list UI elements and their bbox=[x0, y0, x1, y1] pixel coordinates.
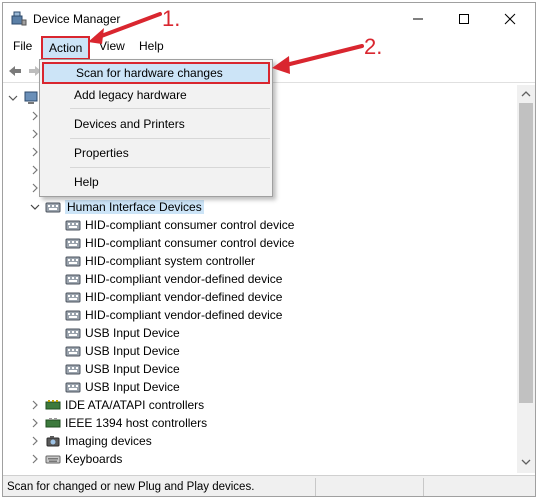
menu-separator bbox=[70, 108, 270, 109]
hid-device-icon bbox=[65, 382, 81, 393]
tree-root[interactable] bbox=[7, 89, 43, 107]
hid-device-icon bbox=[65, 238, 81, 249]
scroll-up-icon[interactable] bbox=[521, 89, 531, 99]
close-icon bbox=[504, 13, 516, 25]
tree-label-keyboards: Keyboards bbox=[65, 452, 123, 466]
tree-device-label: USB Input Device bbox=[85, 362, 180, 376]
chevron-right-icon[interactable] bbox=[29, 399, 41, 411]
hid-device-icon bbox=[45, 202, 61, 213]
vertical-scrollbar[interactable] bbox=[517, 85, 535, 473]
chevron-right-icon[interactable] bbox=[29, 435, 41, 447]
status-bar: Scan for changed or new Plug and Play de… bbox=[3, 475, 535, 496]
tree-device-label: HID-compliant vendor-defined device bbox=[85, 290, 283, 304]
tree-device-item[interactable]: HID-compliant vendor-defined device bbox=[65, 270, 282, 288]
tree-device-item[interactable]: HID-compliant consumer control device bbox=[65, 234, 294, 252]
hid-device-icon bbox=[65, 220, 81, 231]
status-text: Scan for changed or new Plug and Play de… bbox=[7, 481, 255, 493]
menu-help[interactable]: Help bbox=[135, 38, 168, 54]
menu-bar: File Action View Help bbox=[3, 35, 535, 60]
hid-device-icon bbox=[65, 292, 81, 303]
maximize-icon bbox=[459, 14, 469, 24]
ide-controller-icon bbox=[45, 400, 61, 410]
minimize-icon bbox=[413, 18, 423, 20]
tree-label-ide: IDE ATA/ATAPI controllers bbox=[65, 398, 205, 412]
menu-file[interactable]: File bbox=[9, 38, 36, 54]
tree-label-ieee: IEEE 1394 host controllers bbox=[65, 416, 208, 430]
tree-device-label: HID-compliant system controller bbox=[85, 254, 256, 268]
tree-device-item[interactable]: USB Input Device bbox=[65, 360, 180, 378]
chevron-right-icon[interactable] bbox=[29, 417, 41, 429]
tree-label-hid: Human Interface Devices bbox=[65, 200, 204, 214]
menu-item-label: Scan for hardware changes bbox=[76, 66, 223, 80]
hid-device-icon bbox=[65, 274, 81, 285]
tree-device-item[interactable]: HID-compliant consumer control device bbox=[65, 216, 294, 234]
tree-category-hid[interactable]: Human Interface Devices bbox=[29, 198, 204, 216]
camera-icon bbox=[46, 436, 60, 447]
tree-label-imaging: Imaging devices bbox=[65, 434, 152, 448]
tree-device-item[interactable]: HID-compliant vendor-defined device bbox=[65, 288, 282, 306]
status-divider bbox=[423, 478, 424, 496]
annotation-step-2: 2. bbox=[364, 34, 383, 59]
menu-separator bbox=[70, 167, 270, 168]
tree-device-item[interactable]: HID-compliant system controller bbox=[65, 252, 255, 270]
menu-item-add-legacy[interactable]: Add legacy hardware bbox=[40, 84, 272, 106]
scrollbar-thumb[interactable] bbox=[519, 103, 533, 403]
chevron-down-icon[interactable] bbox=[7, 92, 19, 104]
computer-icon bbox=[24, 91, 38, 104]
tree-device-label: USB Input Device bbox=[85, 380, 180, 394]
hid-device-icon bbox=[65, 310, 81, 321]
menu-item-label: Help bbox=[74, 175, 99, 189]
menu-item-scan-hardware[interactable]: Scan for hardware changes bbox=[42, 62, 270, 84]
menu-separator bbox=[70, 138, 270, 139]
close-button[interactable] bbox=[487, 3, 533, 35]
menu-item-help[interactable]: Help bbox=[40, 171, 272, 193]
tree-device-label: HID-compliant consumer control device bbox=[85, 236, 295, 250]
maximize-button[interactable] bbox=[441, 3, 487, 35]
window-title: Device Manager bbox=[33, 12, 121, 26]
chevron-down-icon[interactable] bbox=[29, 201, 41, 213]
hid-device-icon bbox=[65, 346, 81, 357]
hid-device-icon bbox=[65, 364, 81, 375]
tree-device-label: USB Input Device bbox=[85, 344, 180, 358]
scroll-down-icon[interactable] bbox=[521, 457, 531, 467]
tree-device-label: HID-compliant consumer control device bbox=[85, 218, 295, 232]
chevron-right-icon[interactable] bbox=[29, 453, 41, 465]
menu-item-label: Add legacy hardware bbox=[74, 88, 187, 102]
menu-item-label: Properties bbox=[74, 146, 129, 160]
minimize-button[interactable] bbox=[395, 3, 441, 35]
title-bar: Device Manager bbox=[3, 3, 535, 35]
tree-device-item[interactable]: USB Input Device bbox=[65, 324, 180, 342]
menu-item-label: Devices and Printers bbox=[74, 117, 185, 131]
tree-category-ieee[interactable]: IEEE 1394 host controllers bbox=[29, 414, 207, 432]
back-arrow-icon[interactable] bbox=[7, 63, 23, 79]
menu-item-devices-printers[interactable]: Devices and Printers bbox=[40, 113, 272, 135]
device-manager-icon bbox=[11, 11, 27, 26]
action-dropdown-menu: Scan for hardware changes Add legacy har… bbox=[39, 59, 273, 197]
status-divider bbox=[315, 478, 316, 496]
menu-view[interactable]: View bbox=[95, 38, 129, 54]
hid-device-icon bbox=[65, 328, 81, 339]
ieee1394-icon bbox=[45, 418, 61, 428]
tree-device-label: HID-compliant vendor-defined device bbox=[85, 272, 283, 286]
menu-item-properties[interactable]: Properties bbox=[40, 142, 272, 164]
tree-category-ide[interactable]: IDE ATA/ATAPI controllers bbox=[29, 396, 204, 414]
tree-device-item[interactable]: USB Input Device bbox=[65, 378, 180, 396]
tree-category-keyboards[interactable]: Keyboards bbox=[29, 450, 122, 468]
hid-device-icon bbox=[65, 256, 81, 267]
tree-device-label: USB Input Device bbox=[85, 326, 180, 340]
tree-device-label: HID-compliant vendor-defined device bbox=[85, 308, 283, 322]
tree-category-imaging[interactable]: Imaging devices bbox=[29, 432, 152, 450]
annotation-step-1: 1. bbox=[162, 6, 181, 31]
keyboard-icon bbox=[45, 455, 61, 464]
device-manager-window: Device Manager File Action View Help Hum… bbox=[2, 2, 536, 497]
menu-action[interactable]: Action bbox=[41, 36, 91, 60]
tree-device-item[interactable]: USB Input Device bbox=[65, 342, 180, 360]
tree-device-item[interactable]: HID-compliant vendor-defined device bbox=[65, 306, 282, 324]
